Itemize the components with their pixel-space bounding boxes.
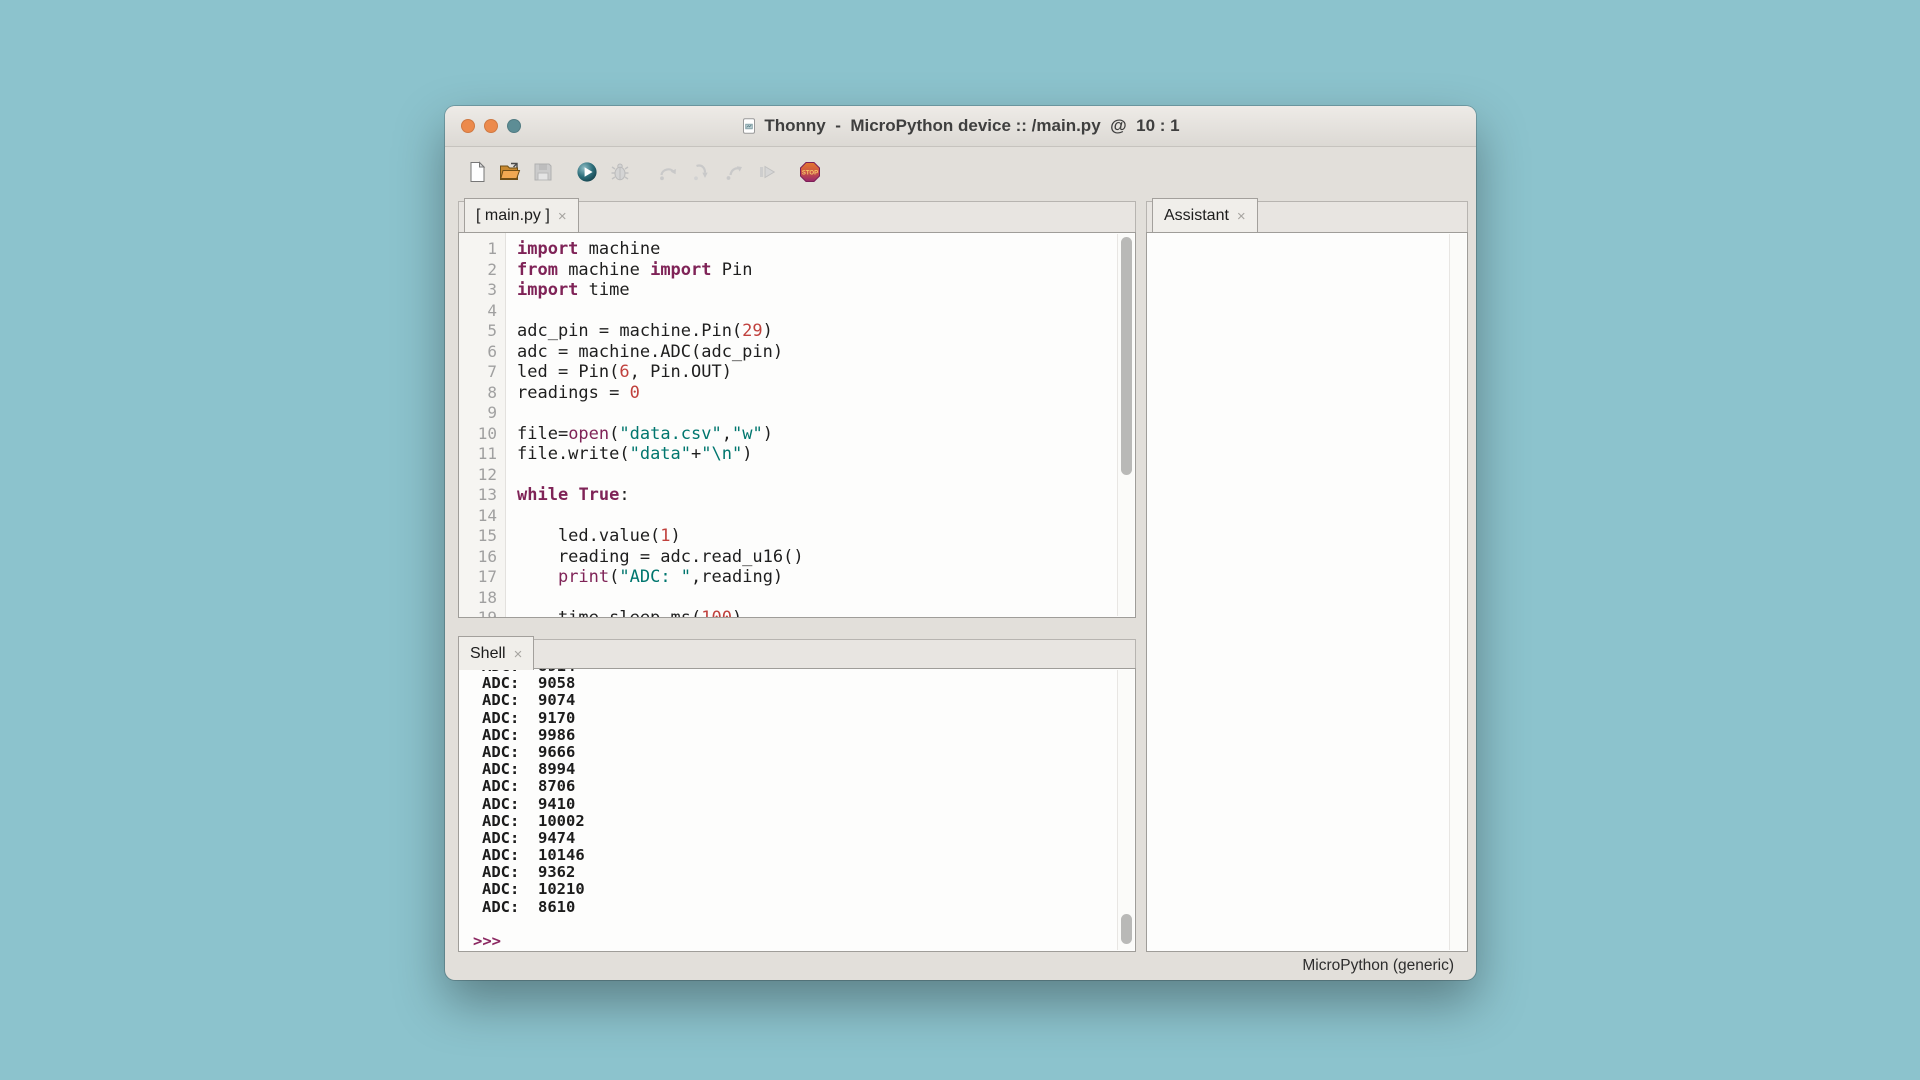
code-line [517,506,1135,527]
line-number: 10 [459,424,497,445]
code-line: while True: [517,485,1135,506]
shell-output-line: ADC: 9986 [482,727,1135,744]
shell-output-line: ADC: 9074 [482,692,1135,709]
line-number: 19 [459,608,497,618]
tab-assistant[interactable]: Assistant × [1152,198,1258,232]
shell-panel[interactable]: ADC: 8914ADC: 9058ADC: 9074ADC: 9170ADC:… [458,668,1136,952]
shell-prompt[interactable]: >>> [473,933,1135,950]
shell-output-line: ADC: 9058 [482,675,1135,692]
editor-body: 12345678910111213141516171819 import mac… [459,233,1135,617]
tab-main-py-label: [ main.py ] [476,207,550,225]
tab-main-py[interactable]: [ main.py ] × [464,198,579,232]
shell-tabstrip [458,639,1136,668]
code-line [517,403,1135,424]
line-number: 9 [459,403,497,424]
shell-body: ADC: 8914ADC: 9058ADC: 9074ADC: 9170ADC:… [459,669,1135,951]
line-number: 3 [459,280,497,301]
shell-output-line: ADC: 8610 [482,899,1135,916]
code-line: from machine import Pin [517,260,1135,281]
editor-shell-column: [ main.py ] × 12345678910111213141516171… [458,106,1136,980]
code-line: adc_pin = machine.Pin(29) [517,321,1135,342]
code-line [517,465,1135,486]
shell-output-line: ADC: 8994 [482,761,1135,778]
code-line: print("ADC: ",reading) [517,567,1135,588]
line-number: 8 [459,383,497,404]
line-number-gutter: 12345678910111213141516171819 [459,233,506,617]
interpreter-status[interactable]: MicroPython (generic) [1302,957,1454,975]
assistant-scrollbar-track[interactable] [1449,234,1466,950]
editor-scrollbar-thumb[interactable] [1121,237,1132,475]
tab-shell-label: Shell [470,645,506,663]
tab-main-py-close-icon[interactable]: × [558,208,567,224]
tab-shell[interactable]: Shell × [458,636,534,670]
shell-output-line: ADC: 9362 [482,864,1135,881]
assistant-panel [1146,232,1468,952]
code-line: readings = 0 [517,383,1135,404]
line-number: 7 [459,362,497,383]
line-number: 17 [459,567,497,588]
shell-blank-line [473,916,1135,933]
shell-output-line: ADC: 9474 [482,830,1135,847]
editor-panel[interactable]: 12345678910111213141516171819 import mac… [458,232,1136,618]
shell-output: ADC: 8914ADC: 9058ADC: 9074ADC: 9170ADC:… [473,669,1135,916]
line-number: 6 [459,342,497,363]
line-number: 16 [459,547,497,568]
shell-output-line: ADC: 10210 [482,881,1135,898]
line-number: 13 [459,485,497,506]
line-number: 12 [459,465,497,486]
code-area[interactable]: import machinefrom machine import Pinimp… [506,233,1135,617]
tab-shell-close-icon[interactable]: × [514,646,523,662]
code-line: led.value(1) [517,526,1135,547]
code-line: time.sleep_ms(100) [517,608,1135,617]
code-line: reading = adc.read_u16() [517,547,1135,568]
line-number: 4 [459,301,497,322]
line-number: 2 [459,260,497,281]
line-number: 5 [459,321,497,342]
assistant-column: Assistant × [1146,106,1468,980]
shell-output-line: ADC: 10002 [482,813,1135,830]
code-line: adc = machine.ADC(adc_pin) [517,342,1135,363]
tab-assistant-close-icon[interactable]: × [1237,208,1246,224]
line-number: 11 [459,444,497,465]
tab-assistant-label: Assistant [1164,207,1229,225]
line-number: 18 [459,588,497,609]
code-line: import machine [517,239,1135,260]
code-line [517,301,1135,322]
code-line: file=open("data.csv","w") [517,424,1135,445]
shell-output-line: ADC: 9410 [482,796,1135,813]
code-line: import time [517,280,1135,301]
code-line [517,588,1135,609]
line-number: 15 [459,526,497,547]
statusbar: MicroPython (generic) [445,952,1476,980]
shell-scrollbar-thumb[interactable] [1121,914,1132,944]
shell-output-line: ADC: 9170 [482,710,1135,727]
thonny-window: Thonny - MicroPython device :: /main.py … [445,106,1476,980]
shell-output-line: ADC: 10146 [482,847,1135,864]
shell-output-line: ADC: 8706 [482,778,1135,795]
code-line: led = Pin(6, Pin.OUT) [517,362,1135,383]
line-number: 1 [459,239,497,260]
line-number: 14 [459,506,497,527]
code-line: file.write("data"+"\n") [517,444,1135,465]
shell-output-line: ADC: 9666 [482,744,1135,761]
shell-scrollbar-track[interactable] [1117,670,1134,950]
editor-scrollbar-track[interactable] [1117,234,1134,616]
